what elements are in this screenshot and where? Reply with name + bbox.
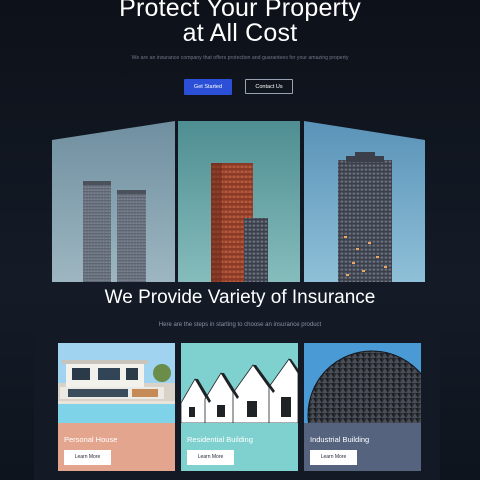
hero-panel-right — [304, 121, 425, 282]
services-subtitle: Here are the steps in starting to choose… — [158, 322, 322, 328]
learn-more-button-personal-house[interactable]: Learn More — [64, 450, 111, 465]
card-residential-building-label: Residential Building — [187, 435, 253, 444]
learn-more-button-industrial-building[interactable]: Learn More — [310, 450, 357, 465]
card-industrial-building-label: Industrial Building — [310, 435, 370, 444]
personal-house-photo — [58, 343, 175, 423]
card-personal-house[interactable]: Personal House Learn More — [58, 343, 175, 471]
card-personal-house-label: Personal House — [64, 435, 118, 444]
learn-more-button-residential-building[interactable]: Learn More — [187, 450, 234, 465]
hero-building-panels — [52, 121, 425, 282]
services-title: We Provide Variety of Insurance — [104, 287, 376, 308]
landing-page: Protect Your Property at All Cost We are… — [0, 0, 480, 480]
residential-building-photo — [181, 343, 298, 423]
industrial-building-photo — [304, 343, 421, 423]
card-residential-building[interactable]: Residential Building Learn More — [181, 343, 298, 471]
hero-panel-left — [52, 121, 175, 282]
card-industrial-building[interactable]: Industrial Building Learn More — [304, 343, 421, 471]
hero-panel-middle — [178, 121, 300, 282]
